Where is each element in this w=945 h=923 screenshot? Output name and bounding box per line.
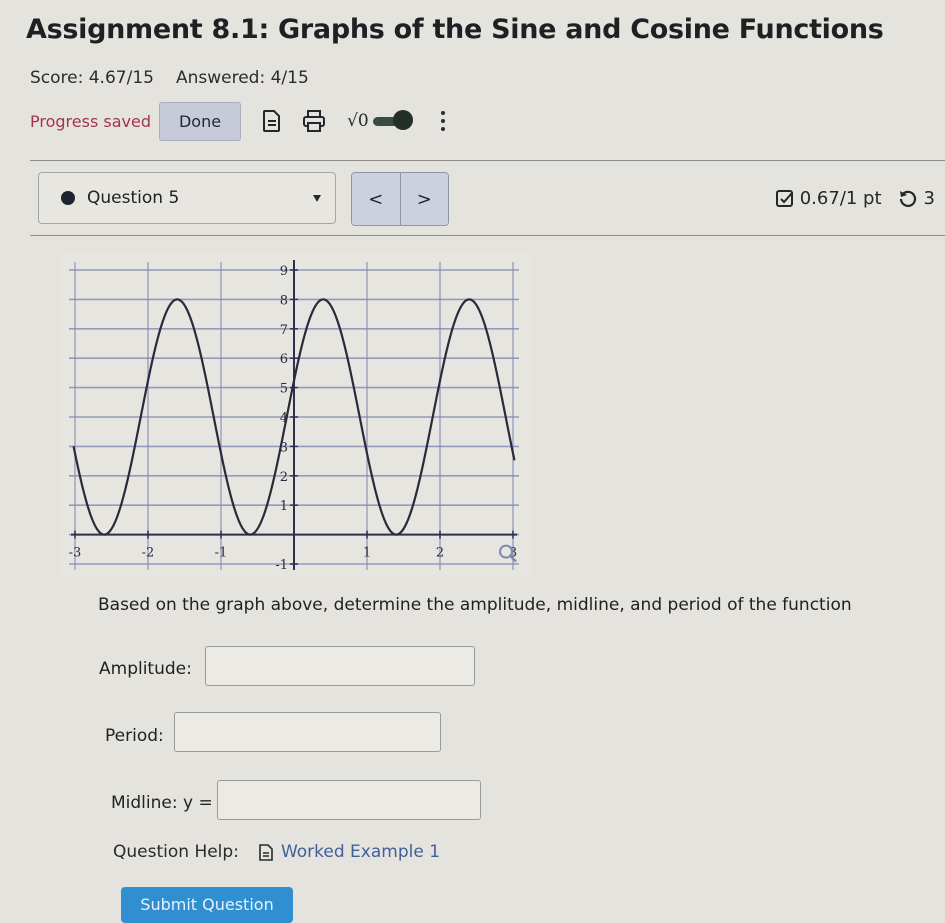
divider (30, 160, 945, 161)
graph-background (62, 252, 532, 577)
assignment-title: Assignment 8.1: Graphs of the Sine and C… (26, 14, 884, 45)
retry-icon (899, 190, 916, 207)
period-input[interactable] (174, 712, 441, 752)
sine-graph: -3 -2 -1 1 2 3-1123456789 (62, 252, 532, 577)
y-tick-label: -1 (275, 558, 288, 573)
amplitude-label: Amplitude: (99, 659, 192, 679)
prev-question-button[interactable]: < (352, 173, 400, 225)
y-tick-label: 5 (280, 382, 288, 397)
sqrt-label: √0 (347, 111, 369, 131)
x-tick-label: -1 (215, 546, 228, 561)
kebab-menu-icon[interactable] (440, 111, 445, 131)
document-icon (259, 843, 273, 861)
x-tick-label: 2 (436, 546, 444, 561)
assignment-meta: Score: 4.67/15 Answered: 4/15 (30, 68, 309, 88)
question-select-label: Question 5 (87, 188, 180, 208)
print-icon[interactable] (303, 110, 326, 132)
document-icon[interactable] (263, 110, 281, 132)
done-button[interactable]: Done (158, 101, 242, 141)
y-tick-label: 6 (280, 352, 288, 367)
y-tick-label: 2 (280, 470, 288, 485)
midline-input[interactable] (217, 780, 481, 820)
help-label: Question Help: (113, 842, 239, 862)
score-text: Score: 4.67/15 (30, 68, 154, 88)
question-nav: < > (351, 172, 449, 226)
retries-count: 3 (923, 188, 935, 209)
y-tick-label: 8 (280, 293, 288, 308)
midline-label: Midline: y = (111, 793, 213, 813)
x-tick-label: 1 (363, 546, 371, 561)
next-question-button[interactable]: > (399, 173, 448, 225)
worked-example-label: Worked Example 1 (280, 842, 441, 862)
question-select[interactable]: Question 5 (38, 172, 336, 224)
checkbox-icon (775, 189, 793, 207)
y-tick-label: 7 (280, 323, 288, 338)
toolbar: Progress saved Done √0 (30, 100, 445, 142)
question-help: Question Help: Worked Example 1 (113, 842, 440, 862)
points-text: 0.67/1 pt (799, 188, 882, 209)
answered-text: Answered: 4/15 (175, 68, 309, 88)
y-tick-label: 1 (280, 499, 288, 514)
amplitude-input[interactable] (205, 646, 475, 686)
x-tick-label: -2 (142, 546, 155, 561)
question-score: 0.67/1 pt 3 (775, 188, 935, 209)
progress-status: Progress saved (30, 111, 151, 131)
caret-down-icon (313, 195, 321, 202)
worked-example-link[interactable]: Worked Example 1 (259, 842, 440, 862)
sqrt-icon[interactable]: √0 (347, 110, 413, 131)
toggle-switch[interactable] (372, 110, 413, 130)
question-prompt: Based on the graph above, determine the … (98, 595, 852, 615)
x-tick-label: -3 (69, 546, 82, 561)
divider (30, 235, 945, 236)
period-label: Period: (105, 726, 164, 746)
submit-question-button[interactable]: Submit Question (121, 887, 293, 923)
y-tick-label: 9 (280, 264, 288, 279)
status-dot-icon (61, 191, 75, 205)
